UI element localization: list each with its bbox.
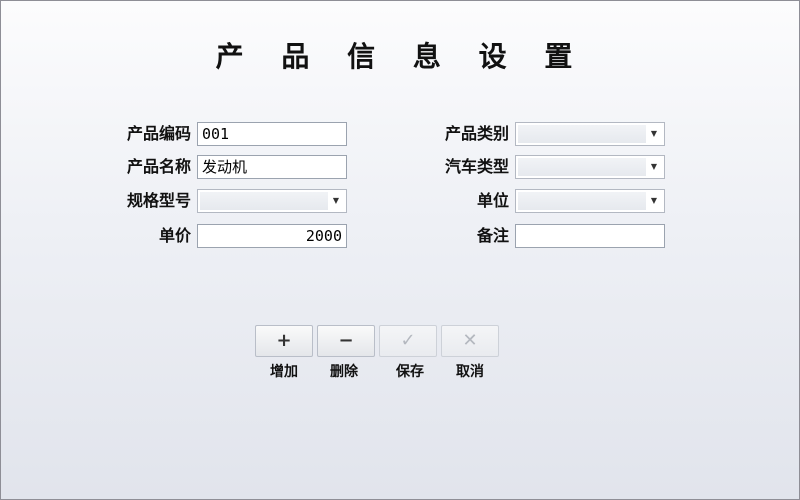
product-category-label: 产品类别 — [444, 124, 509, 143]
delete-button-label: 删除 — [330, 364, 358, 380]
spec-model-select[interactable]: ▼ — [197, 189, 347, 213]
save-button[interactable]: ✓ — [379, 325, 437, 357]
product-code-field[interactable]: 001 — [197, 122, 347, 146]
minus-icon: − — [338, 330, 354, 351]
plus-icon: + — [276, 330, 292, 351]
cancel-button-label: 取消 — [456, 364, 484, 380]
add-button[interactable]: + — [255, 325, 313, 357]
remarks-label: 备注 — [476, 226, 509, 245]
spec-model-label: 规格型号 — [126, 191, 191, 210]
vehicle-type-select[interactable]: ▼ — [515, 155, 665, 179]
remarks-field[interactable] — [515, 224, 665, 248]
chevron-down-icon[interactable]: ▼ — [330, 190, 342, 212]
unit-select[interactable]: ▼ — [515, 189, 665, 213]
unit-value — [518, 192, 646, 210]
close-icon: ✕ — [462, 330, 478, 351]
spec-model-value — [200, 192, 328, 210]
unit-label: 单位 — [476, 191, 509, 210]
save-button-label: 保存 — [396, 364, 424, 380]
product-info-window: 产 品 信 息 设 置 产品编码 001 产品名称 发动机 规格型号 ▼ 单价 … — [0, 0, 800, 500]
vehicle-type-value — [518, 158, 646, 176]
cancel-button[interactable]: ✕ — [441, 325, 499, 357]
product-category-value — [518, 125, 646, 143]
product-name-label: 产品名称 — [126, 157, 191, 176]
page-title: 产 品 信 息 设 置 — [215, 40, 587, 73]
chevron-down-icon[interactable]: ▼ — [648, 190, 660, 212]
product-name-field[interactable]: 发动机 — [197, 155, 347, 179]
vehicle-type-label: 汽车类型 — [444, 157, 509, 176]
delete-button[interactable]: − — [317, 325, 375, 357]
add-button-label: 增加 — [270, 364, 298, 380]
product-code-label: 产品编码 — [126, 124, 191, 143]
unit-price-label: 单价 — [158, 226, 191, 245]
chevron-down-icon[interactable]: ▼ — [648, 156, 660, 178]
unit-price-field[interactable]: 2000 — [197, 224, 347, 248]
product-category-select[interactable]: ▼ — [515, 122, 665, 146]
chevron-down-icon[interactable]: ▼ — [648, 123, 660, 145]
check-icon: ✓ — [400, 330, 416, 351]
